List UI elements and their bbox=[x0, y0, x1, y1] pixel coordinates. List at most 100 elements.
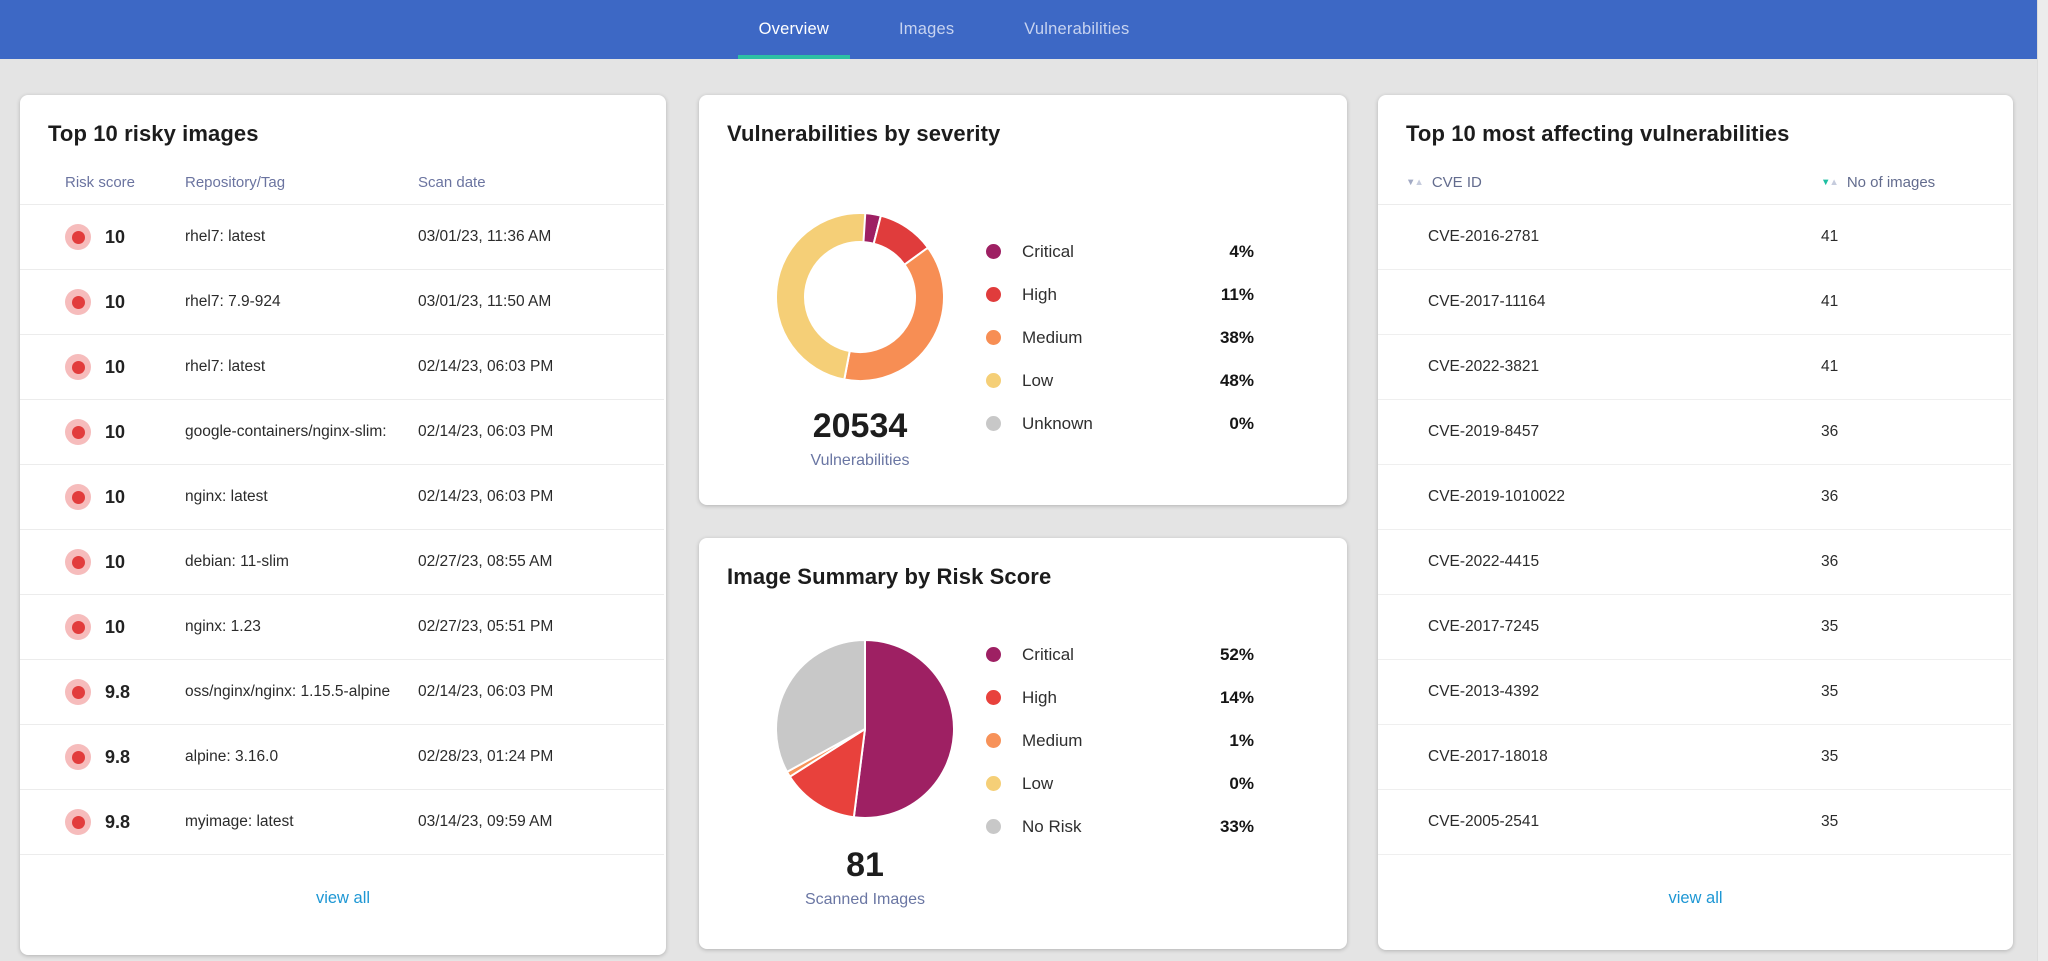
card-top-risky-images: Top 10 risky images Risk score Repositor… bbox=[20, 95, 666, 955]
no-of-images-value: 36 bbox=[1821, 488, 1981, 506]
chart-segment-medium[interactable] bbox=[844, 248, 944, 381]
legend-item-high[interactable]: High14% bbox=[986, 676, 1254, 719]
legend-item-low[interactable]: Low48% bbox=[986, 359, 1254, 402]
legend-percent: 38% bbox=[1220, 328, 1254, 348]
vuln-table-row[interactable]: CVE-2017-724535 bbox=[1378, 595, 2011, 660]
sort-asc-icon: ▲ bbox=[1414, 178, 1422, 188]
cve-id-value: CVE-2022-3821 bbox=[1428, 358, 1821, 376]
vulnerabilities-total: 20534 bbox=[774, 407, 946, 446]
sort-desc-icon-active: ▼ bbox=[1821, 178, 1829, 188]
legend-item-no-risk[interactable]: No Risk33% bbox=[986, 805, 1254, 848]
card-image-summary-by-risk-score: Image Summary by Risk Score 81 Scanned I… bbox=[699, 538, 1347, 949]
scrollbar-track[interactable] bbox=[2037, 0, 2048, 961]
col-no-of-images-label: No of images bbox=[1847, 174, 1935, 191]
vuln-table-row[interactable]: CVE-2005-254135 bbox=[1378, 790, 2011, 855]
legend-label: High bbox=[1022, 285, 1057, 305]
risky-table-header: Risk score Repository/Tag Scan date bbox=[20, 161, 664, 205]
view-all-vulns-link[interactable]: view all bbox=[1378, 889, 2013, 908]
legend-item-critical[interactable]: Critical4% bbox=[986, 230, 1254, 273]
no-of-images-value: 35 bbox=[1821, 683, 1981, 701]
risk-score-cell: 9.8 bbox=[65, 744, 185, 770]
legend-dot-icon bbox=[986, 373, 1001, 388]
cve-id-value: CVE-2022-4415 bbox=[1428, 553, 1821, 571]
no-of-images-value: 41 bbox=[1821, 228, 1981, 246]
col-scan-date: Scan date bbox=[418, 174, 664, 191]
risk-score-cell: 9.8 bbox=[65, 809, 185, 835]
col-cve-id-label: CVE ID bbox=[1432, 174, 1482, 191]
repository-tag-value: nginx: latest bbox=[185, 488, 418, 506]
scan-date-value: 03/01/23, 11:50 AM bbox=[418, 293, 664, 311]
risky-table-row[interactable]: 10nginx: 1.2302/27/23, 05:51 PM bbox=[20, 595, 664, 660]
risk-score-cell: 9.8 bbox=[65, 679, 185, 705]
legend-dot-icon bbox=[986, 244, 1001, 259]
repository-tag-value: rhel7: latest bbox=[185, 358, 418, 376]
legend-percent: 0% bbox=[1229, 414, 1254, 434]
risky-table-row[interactable]: 10debian: 11-slim02/27/23, 08:55 AM bbox=[20, 530, 664, 595]
tab-images[interactable]: Images bbox=[878, 0, 975, 59]
cve-id-value: CVE-2016-2781 bbox=[1428, 228, 1821, 246]
risk-score-value: 10 bbox=[105, 227, 125, 248]
col-cve-id[interactable]: ▼▲ CVE ID bbox=[1406, 174, 1821, 191]
col-no-of-images[interactable]: ▼▲ No of images bbox=[1821, 174, 1981, 191]
no-of-images-value: 35 bbox=[1821, 748, 1981, 766]
tab-vulnerabilities[interactable]: Vulnerabilities bbox=[1003, 0, 1150, 59]
severity-legend: Critical4%High11%Medium38%Low48%Unknown0… bbox=[986, 230, 1254, 445]
risk-score-cell: 10 bbox=[65, 419, 185, 445]
risky-table-row[interactable]: 10google-containers/nginx-slim:02/14/23,… bbox=[20, 400, 664, 465]
risky-table-row[interactable]: 10nginx: latest02/14/23, 06:03 PM bbox=[20, 465, 664, 530]
cve-id-value: CVE-2017-11164 bbox=[1428, 293, 1821, 311]
legend-item-low[interactable]: Low0% bbox=[986, 762, 1254, 805]
risk-dot-icon bbox=[65, 289, 91, 315]
tab-overview[interactable]: Overview bbox=[738, 0, 850, 59]
view-all-risky-link[interactable]: view all bbox=[20, 889, 666, 908]
legend-percent: 0% bbox=[1229, 774, 1254, 794]
legend-item-medium[interactable]: Medium1% bbox=[986, 719, 1254, 762]
risk-score-cell: 10 bbox=[65, 354, 185, 380]
vuln-table-row[interactable]: CVE-2017-1116441 bbox=[1378, 270, 2011, 335]
sort-icon-cve-id[interactable]: ▼▲ bbox=[1406, 178, 1423, 188]
vuln-table-row[interactable]: CVE-2017-1801835 bbox=[1378, 725, 2011, 790]
vuln-table-row[interactable]: CVE-2022-441536 bbox=[1378, 530, 2011, 595]
risky-table-row[interactable]: 10rhel7: 7.9-92403/01/23, 11:50 AM bbox=[20, 270, 664, 335]
risk-dot-icon bbox=[65, 809, 91, 835]
risky-table-row[interactable]: 10rhel7: latest02/14/23, 06:03 PM bbox=[20, 335, 664, 400]
legend-item-critical[interactable]: Critical52% bbox=[986, 633, 1254, 676]
repository-tag-value: debian: 11-slim bbox=[185, 553, 418, 571]
legend-item-high[interactable]: High11% bbox=[986, 273, 1254, 316]
risky-table-body: 10rhel7: latest03/01/23, 11:36 AM10rhel7… bbox=[20, 205, 666, 855]
vuln-table-row[interactable]: CVE-2016-278141 bbox=[1378, 205, 2011, 270]
card-top-affecting-vulnerabilities: Top 10 most affecting vulnerabilities ▼▲… bbox=[1378, 95, 2013, 950]
repository-tag-value: myimage: latest bbox=[185, 813, 418, 831]
sort-asc-icon: ▲ bbox=[1829, 178, 1837, 188]
nav-tabs: Overview Images Vulnerabilities bbox=[724, 0, 1165, 59]
vuln-table-row[interactable]: CVE-2019-101002236 bbox=[1378, 465, 2011, 530]
legend-item-medium[interactable]: Medium38% bbox=[986, 316, 1254, 359]
risk-dot-icon bbox=[65, 224, 91, 250]
repository-tag-value: rhel7: 7.9-924 bbox=[185, 293, 418, 311]
vuln-table-header: ▼▲ CVE ID ▼▲ No of images bbox=[1378, 161, 2011, 205]
risk-dot-icon bbox=[65, 484, 91, 510]
legend-label: Critical bbox=[1022, 242, 1074, 262]
chart-segment-critical[interactable] bbox=[854, 640, 954, 818]
vuln-table-row[interactable]: CVE-2019-845736 bbox=[1378, 400, 2011, 465]
risky-table-row[interactable]: 10rhel7: latest03/01/23, 11:36 AM bbox=[20, 205, 664, 270]
risk-score-cell: 10 bbox=[65, 614, 185, 640]
vuln-table-row[interactable]: CVE-2022-382141 bbox=[1378, 335, 2011, 400]
risk-score-cell: 10 bbox=[65, 549, 185, 575]
risky-table-row[interactable]: 9.8oss/nginx/nginx: 1.15.5-alpine02/14/2… bbox=[20, 660, 664, 725]
cve-id-value: CVE-2017-7245 bbox=[1428, 618, 1821, 636]
risk-dot-icon bbox=[65, 679, 91, 705]
risk-score-cell: 10 bbox=[65, 224, 185, 250]
legend-dot-icon bbox=[986, 287, 1001, 302]
vulnerabilities-total-label: Vulnerabilities bbox=[774, 452, 946, 470]
legend-dot-icon bbox=[986, 647, 1001, 662]
cve-id-value: CVE-2019-8457 bbox=[1428, 423, 1821, 441]
legend-item-unknown[interactable]: Unknown0% bbox=[986, 402, 1254, 445]
vuln-table-row[interactable]: CVE-2013-439235 bbox=[1378, 660, 2011, 725]
risky-table-row[interactable]: 9.8myimage: latest03/14/23, 09:59 AM bbox=[20, 790, 664, 855]
risk-dot-icon bbox=[65, 614, 91, 640]
sort-icon-no-of-images[interactable]: ▼▲ bbox=[1821, 178, 1838, 188]
risky-table-row[interactable]: 9.8alpine: 3.16.002/28/23, 01:24 PM bbox=[20, 725, 664, 790]
cve-id-value: CVE-2005-2541 bbox=[1428, 813, 1821, 831]
legend-percent: 1% bbox=[1229, 731, 1254, 751]
